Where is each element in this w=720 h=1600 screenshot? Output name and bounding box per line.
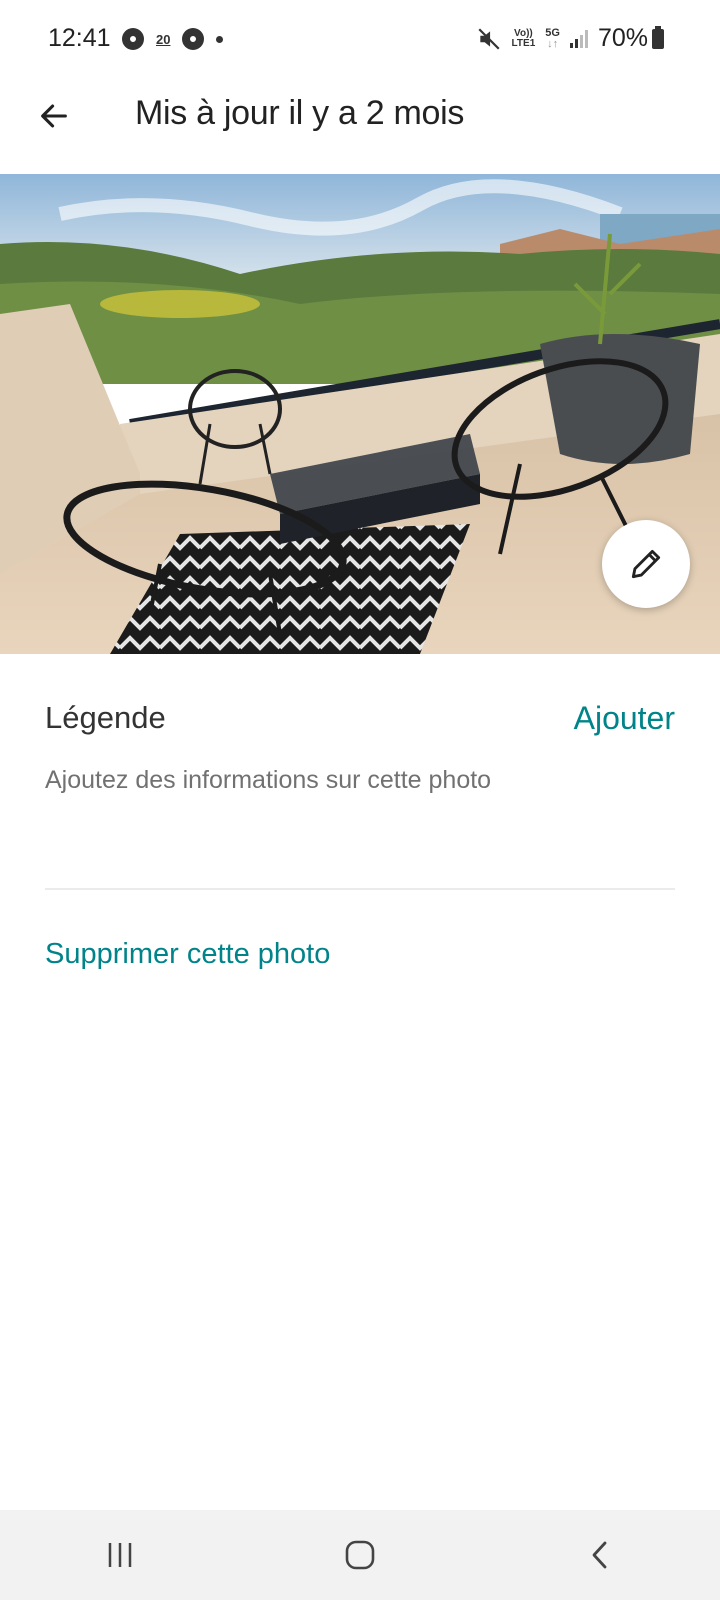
page-title: Mis à jour il y a 2 mois — [135, 94, 465, 132]
home-button[interactable] — [315, 1525, 405, 1585]
edit-photo-button[interactable] — [602, 520, 690, 608]
system-nav-bar — [0, 1510, 720, 1600]
recents-button[interactable] — [75, 1525, 165, 1585]
caption-description: Ajoutez des informations sur cette photo — [45, 766, 492, 794]
chrome-icon — [182, 28, 205, 50]
mute-icon — [478, 27, 500, 50]
back-button[interactable] — [30, 92, 78, 140]
delete-photo-button[interactable]: Supprimer cette photo — [45, 938, 330, 971]
notification-icons: 20 — [122, 28, 224, 50]
recents-icon — [108, 1543, 132, 1567]
system-icons: Vo)) LTE1 5G ↓↑ 70% — [476, 24, 664, 53]
signal-icon — [569, 29, 588, 48]
app-notification-icon: 20 — [156, 31, 171, 47]
add-caption-button[interactable]: Ajouter — [574, 700, 675, 737]
arrow-left-icon — [41, 104, 67, 128]
chrome-icon — [122, 28, 144, 50]
status-time: 12:41 — [48, 24, 111, 52]
divider — [45, 888, 675, 890]
listing-photo[interactable] — [0, 174, 720, 654]
app-header: Mis à jour il y a 2 mois — [0, 80, 720, 172]
chevron-left-icon — [592, 1541, 607, 1569]
more-notifications-icon — [216, 35, 224, 43]
pencil-icon — [631, 549, 661, 579]
network-type-icon: 5G ↓↑ — [545, 26, 560, 50]
battery-icon — [652, 25, 664, 49]
caption-section: Légende Ajouter Ajoutez des informations… — [45, 700, 675, 799]
battery-level: 70% — [597, 24, 648, 52]
home-icon — [345, 1540, 375, 1570]
status-bar: 12:41 20 Vo)) LTE1 5G ↓↑ 70% — [0, 0, 720, 80]
volte-icon: Vo)) LTE1 — [511, 27, 536, 49]
system-back-button[interactable] — [555, 1525, 645, 1585]
